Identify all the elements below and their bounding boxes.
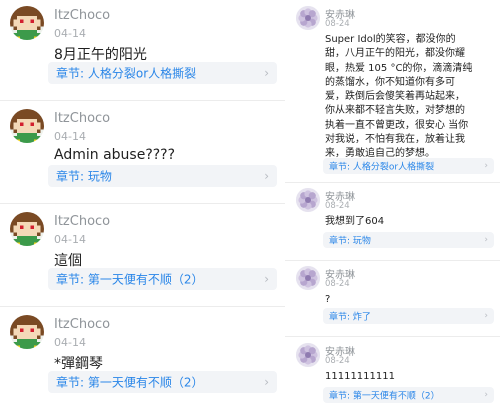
chapter-title: 人格分裂or人格撕裂 <box>87 66 197 81</box>
chevron-right-icon: › <box>264 66 269 80</box>
chapter-label: 章节: 第一天便有不顺（2） <box>56 271 204 288</box>
left-comment-column: ItzChoco 04-14 8月正午的阳光 章节: 人格分裂or人格撕裂 › ItzCh… <box>0 0 285 409</box>
comment-date: 04-14 <box>54 233 86 246</box>
chapter-link[interactable]: 章节: 人格分裂or人格撕裂 › <box>48 62 277 84</box>
username[interactable]: ItzChoco <box>54 317 110 332</box>
chapter-title: 玩物 <box>352 236 371 247</box>
right-comment-column: 安赤琳 08-24 Super Idol的笑容，都没你的 甜，八月正午的阳光，都没你… <box>285 0 500 409</box>
comment-date: 04-14 <box>54 130 86 143</box>
chevron-right-icon: › <box>484 390 488 400</box>
chapter-link[interactable]: 章节: 第一天便有不顺（2） › <box>48 268 277 290</box>
chapter-link[interactable]: 章节: 玩物 › <box>48 165 277 187</box>
chapter-title: 炸了 <box>352 312 371 323</box>
chapter-prefix: 章节: <box>56 375 85 390</box>
chara-pixel-avatar <box>10 6 44 40</box>
comment-date: 04-14 <box>54 336 86 349</box>
comment-text: *彈鋼琴 <box>54 356 103 372</box>
chapter-title: 第一天便有不顺（2） <box>352 391 440 402</box>
chara-pixel-avatar <box>10 212 44 246</box>
comment-date: 08-24 <box>325 356 350 366</box>
comment-card: 安赤琳 08-24 11111111111 章节: 第一天便有不顺（2） › <box>285 339 500 409</box>
divider <box>0 203 285 204</box>
chapter-label: 章节: 第一天便有不顺（2） <box>329 389 440 402</box>
comment-card: ItzChoco 04-14 8月正午的阳光 章节: 人格分裂or人格撕裂 › <box>0 0 285 101</box>
chara-pixel-avatar <box>10 315 44 349</box>
comment-date: 08-24 <box>325 201 350 211</box>
chapter-prefix: 章节: <box>329 391 351 402</box>
avatar[interactable] <box>10 212 44 246</box>
divider <box>285 182 500 183</box>
comment-text: 我想到了604 <box>325 216 385 227</box>
chapter-label: 章节: 第一天便有不顺（2） <box>56 374 204 391</box>
chapter-label: 章节: 玩物 <box>329 234 371 247</box>
comment-date: 08-24 <box>325 279 350 289</box>
comment-date: 04-14 <box>54 27 86 40</box>
chapter-prefix: 章节: <box>56 66 85 81</box>
username[interactable]: ItzChoco <box>54 214 110 229</box>
chevron-right-icon: › <box>264 169 269 183</box>
flower-avatar <box>296 188 320 212</box>
chapter-link[interactable]: 章节: 玩物 › <box>323 232 494 248</box>
comment-card: 安赤琳 08-24? 章节: 炸了 › <box>285 262 500 337</box>
divider <box>0 100 285 101</box>
comment-card: ItzChoco 04-14 *彈鋼琴章节: 第一天便有不顺（2） › <box>0 309 285 409</box>
chapter-title: 第一天便有不顺（2） <box>87 272 204 287</box>
avatar[interactable] <box>296 266 320 290</box>
chara-pixel-avatar <box>10 109 44 143</box>
chapter-link[interactable]: 章节: 第一天便有不顺（2） › <box>323 387 494 403</box>
chevron-right-icon: › <box>264 375 269 389</box>
chapter-title: 玩物 <box>87 169 112 184</box>
chapter-label: 章节: 人格分裂or人格撕裂 <box>56 65 196 82</box>
chevron-right-icon: › <box>264 272 269 286</box>
comment-text: Super Idol的笑容，都没你的 甜，八月正午的阳光，都没你耀 眼，热爱 1… <box>325 34 473 160</box>
chapter-link[interactable]: 章节: 人格分裂or人格撕裂 › <box>323 158 494 174</box>
flower-avatar <box>296 343 320 367</box>
comment-text: Admin abuse???? <box>54 147 176 163</box>
chapter-prefix: 章节: <box>56 169 85 184</box>
comment-text: 這個 <box>54 253 82 269</box>
avatar[interactable] <box>10 109 44 143</box>
avatar[interactable] <box>10 315 44 349</box>
avatar[interactable] <box>296 6 320 30</box>
chapter-link[interactable]: 章节: 炸了 › <box>323 308 494 324</box>
chapter-prefix: 章节: <box>329 312 351 323</box>
chapter-label: 章节: 玩物 <box>56 168 112 185</box>
avatar[interactable] <box>10 6 44 40</box>
chevron-right-icon: › <box>484 311 488 321</box>
chapter-link[interactable]: 章节: 第一天便有不顺（2） › <box>48 371 277 393</box>
comment-card: 安赤琳 08-24 Super Idol的笑容，都没你的 甜，八月正午的阳光，都没你… <box>285 2 500 183</box>
flower-avatar <box>296 6 320 30</box>
chevron-right-icon: › <box>484 161 488 171</box>
divider <box>285 260 500 261</box>
divider <box>0 306 285 307</box>
chapter-title: 人格分裂or人格撕裂 <box>352 162 435 173</box>
avatar[interactable] <box>296 343 320 367</box>
comment-text: 11111111111 <box>325 371 395 382</box>
username[interactable]: ItzChoco <box>54 8 110 23</box>
chapter-label: 章节: 人格分裂or人格撕裂 <box>329 160 434 173</box>
comment-date: 08-24 <box>325 19 350 29</box>
chapter-prefix: 章节: <box>56 272 85 287</box>
chapter-label: 章节: 炸了 <box>329 310 371 323</box>
comment-card: ItzChoco 04-14 這個章节: 第一天便有不顺（2） › <box>0 206 285 307</box>
username[interactable]: ItzChoco <box>54 111 110 126</box>
chapter-prefix: 章节: <box>329 162 351 173</box>
comment-card: 安赤琳 08-24 我想到了604 章节: 玩物 › <box>285 184 500 261</box>
comment-text: ? <box>325 294 331 305</box>
chapter-prefix: 章节: <box>329 236 351 247</box>
comment-text: 8月正午的阳光 <box>54 47 147 63</box>
chapter-title: 第一天便有不顺（2） <box>87 375 204 390</box>
divider <box>285 336 500 337</box>
chevron-right-icon: › <box>484 235 488 245</box>
flower-avatar <box>296 266 320 290</box>
avatar[interactable] <box>296 188 320 212</box>
comment-card: ItzChoco 04-14 Admin abuse???? 章节: 玩物 › <box>0 103 285 204</box>
